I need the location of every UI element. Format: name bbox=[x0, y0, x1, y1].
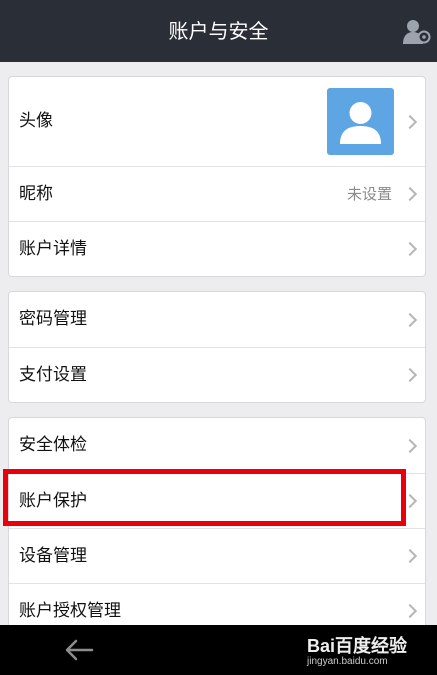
payment-group: 密码管理 支付设置 bbox=[8, 291, 426, 403]
chevron-right-icon bbox=[402, 548, 418, 564]
list-item-payment-settings[interactable]: 支付设置 bbox=[9, 347, 425, 402]
watermark-brand: Bai百度经验 bbox=[307, 636, 408, 656]
profile-group: 头像 昵称 未设置 账户详情 bbox=[8, 76, 426, 277]
title-bar: 账户与安全 bbox=[0, 0, 437, 62]
chevron-right-icon bbox=[402, 186, 418, 202]
watermark-site: jingyan.baidu.com bbox=[307, 656, 388, 667]
chevron-right-icon bbox=[402, 312, 418, 327]
list-item-password[interactable]: 密码管理 bbox=[9, 292, 425, 347]
chevron-right-icon bbox=[402, 367, 418, 383]
list-item-label: 设备管理 bbox=[19, 546, 87, 566]
avatar bbox=[327, 88, 394, 155]
chevron-right-icon bbox=[402, 241, 418, 257]
list-item-label: 昵称 bbox=[19, 184, 53, 204]
user-settings-icon[interactable] bbox=[403, 18, 431, 44]
highlight-annotation bbox=[3, 469, 406, 526]
default-avatar-icon bbox=[340, 102, 381, 144]
list-item-label: 安全体检 bbox=[19, 435, 87, 455]
back-arrow-icon[interactable] bbox=[64, 638, 94, 662]
list-item-security-check[interactable]: 安全体检 bbox=[9, 418, 425, 473]
chevron-right-icon bbox=[402, 114, 418, 129]
list-item-value: 未设置 bbox=[346, 185, 392, 203]
watermark: Bai百度经验 jingyan.baidu.com bbox=[307, 630, 417, 672]
chevron-right-icon bbox=[402, 438, 418, 453]
list-item-avatar[interactable]: 头像 bbox=[9, 77, 425, 166]
chevron-right-icon bbox=[402, 603, 418, 619]
page-title: 账户与安全 bbox=[168, 19, 269, 43]
list-item-label: 头像 bbox=[19, 111, 53, 131]
list-item-label: 密码管理 bbox=[19, 309, 87, 329]
list-item-label: 支付设置 bbox=[19, 365, 87, 385]
list-item-nickname[interactable]: 昵称 未设置 bbox=[9, 166, 425, 221]
list-item-device-management[interactable]: 设备管理 bbox=[9, 528, 425, 583]
list-item-account-details[interactable]: 账户详情 bbox=[9, 221, 425, 276]
security-group: 安全体检 账户保护 设备管理 账户授权管理 bbox=[8, 417, 426, 647]
list-item-label: 账户详情 bbox=[19, 239, 87, 259]
